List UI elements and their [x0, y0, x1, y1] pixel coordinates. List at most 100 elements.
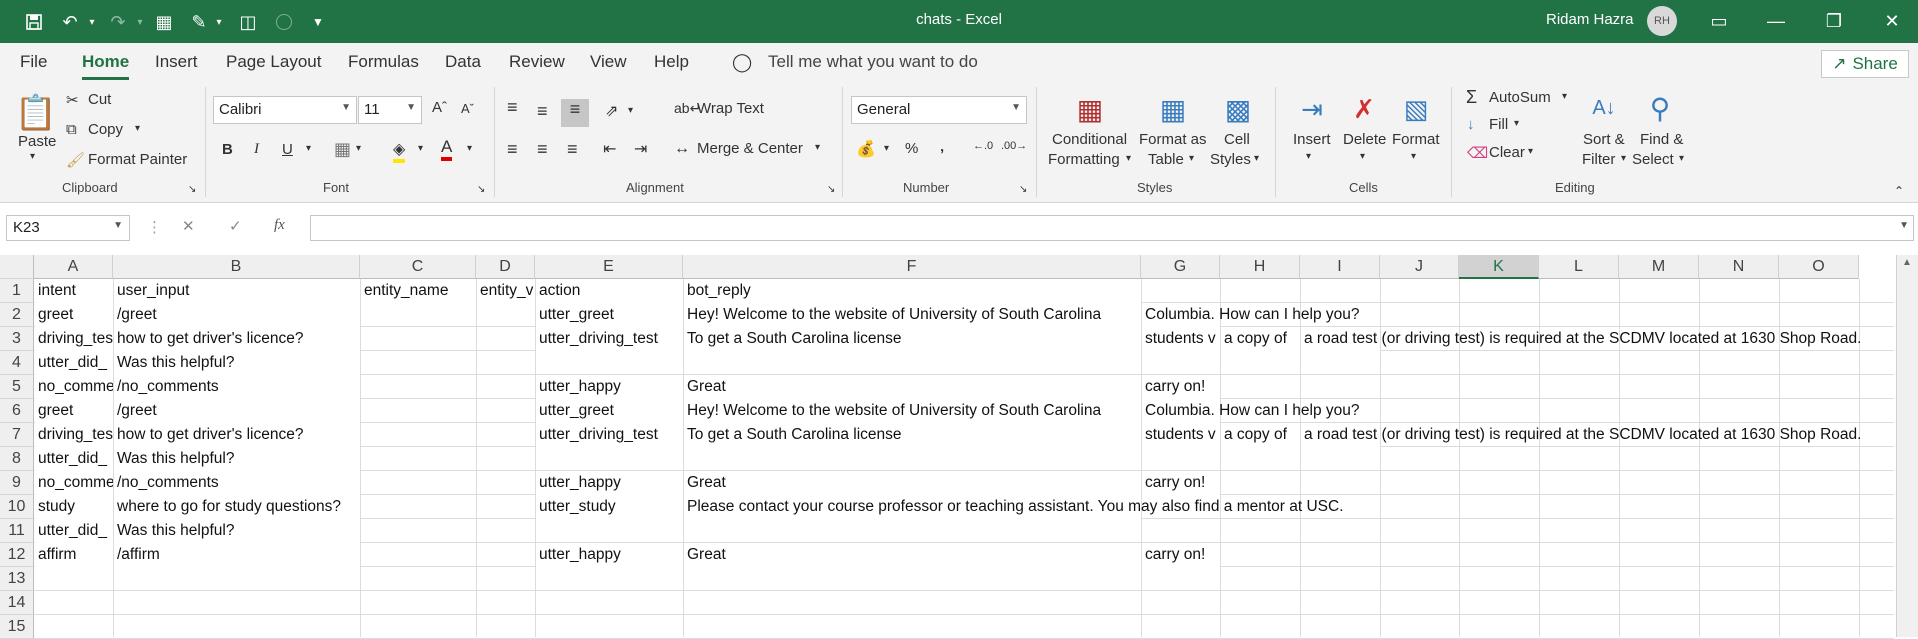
row-header-9[interactable]: 9: [0, 471, 34, 495]
cell-a2[interactable]: greet: [35, 303, 113, 327]
tab-formulas[interactable]: Formulas: [348, 52, 419, 72]
cell-f1[interactable]: bot_reply: [684, 279, 1141, 303]
format-dropdown-icon[interactable]: ▾: [1411, 151, 1416, 162]
cell-i3[interactable]: a road test (or driving test) is require…: [1301, 327, 1861, 351]
cell-g12[interactable]: carry on!: [1142, 543, 1220, 567]
cell-e1[interactable]: action: [536, 279, 683, 303]
bold-button[interactable]: B: [222, 141, 233, 158]
select-all-corner[interactable]: [0, 255, 34, 279]
vertical-scrollbar[interactable]: ▲: [1896, 255, 1918, 637]
row-header-3[interactable]: 3: [0, 327, 34, 351]
alignment-launcher-icon[interactable]: ↘: [827, 184, 835, 195]
cell-a5[interactable]: no_comme: [35, 375, 113, 399]
cell-b8[interactable]: Was this helpful?: [114, 447, 360, 471]
fill-button[interactable]: Fill: [1489, 116, 1508, 133]
font-size-select[interactable]: 11 ▼: [358, 96, 422, 124]
italic-button[interactable]: I: [254, 141, 259, 158]
accounting-format-icon[interactable]: 💰: [856, 139, 876, 159]
share-button[interactable]: ↗ Share: [1821, 50, 1909, 78]
cell-d1[interactable]: entity_v: [477, 279, 535, 303]
tab-page-layout[interactable]: Page Layout: [226, 52, 321, 72]
format-as-table-button[interactable]: Format as: [1139, 131, 1207, 148]
tab-data[interactable]: Data: [445, 52, 481, 72]
filter-label[interactable]: Filter: [1582, 151, 1615, 168]
column-header-e[interactable]: E: [535, 255, 683, 279]
cell-c1[interactable]: entity_name: [361, 279, 476, 303]
find-select-icon[interactable]: ⚲: [1640, 87, 1680, 129]
autosum-dropdown-icon[interactable]: ▾: [1562, 91, 1567, 102]
cell-a9[interactable]: no_comme: [35, 471, 113, 495]
align-right-icon[interactable]: ≡: [567, 139, 578, 160]
row-header-7[interactable]: 7: [0, 423, 34, 447]
column-header-j[interactable]: J: [1380, 255, 1459, 279]
autosum-icon[interactable]: Σ: [1466, 87, 1477, 108]
cell-a12[interactable]: affirm: [35, 543, 113, 567]
cut-button[interactable]: Cut: [88, 91, 111, 108]
cell-e2[interactable]: utter_greet: [536, 303, 683, 327]
tab-file[interactable]: File: [20, 52, 47, 72]
insert-cells-icon[interactable]: ⇥: [1292, 89, 1332, 129]
cell-a10[interactable]: study: [35, 495, 113, 519]
column-header-k[interactable]: K: [1459, 255, 1539, 279]
styles-label[interactable]: Styles: [1210, 151, 1251, 168]
row-header-13[interactable]: 13: [0, 567, 34, 591]
decrease-decimal-icon[interactable]: .00→: [1001, 140, 1027, 152]
cell-b2[interactable]: /greet: [114, 303, 360, 327]
close-icon[interactable]: ✕: [1872, 8, 1912, 34]
cell-b9[interactable]: /no_comments: [114, 471, 360, 495]
fill-icon[interactable]: ↓: [1467, 116, 1475, 133]
formatting-label[interactable]: Formatting: [1048, 151, 1120, 168]
cell-g6[interactable]: Columbia. How can I help you?: [1142, 399, 1360, 423]
format-cells-icon[interactable]: ▧: [1396, 89, 1436, 129]
tab-home[interactable]: Home: [82, 52, 130, 80]
chevron-down-icon[interactable]: ▼: [113, 220, 123, 231]
eraser-icon[interactable]: ⌫: [1467, 144, 1488, 162]
column-header-l[interactable]: L: [1539, 255, 1619, 279]
merge-center-button[interactable]: Merge & Center: [697, 140, 803, 157]
copy-dropdown-icon[interactable]: ▾: [135, 123, 140, 134]
column-header-n[interactable]: N: [1699, 255, 1779, 279]
fill-color-dropdown-icon[interactable]: ▾: [418, 143, 423, 154]
row-header-1[interactable]: 1: [0, 279, 34, 303]
cell-f6[interactable]: Hey! Welcome to the website of Universit…: [684, 399, 1141, 423]
cell-b4[interactable]: Was this helpful?: [114, 351, 360, 375]
font-color-dropdown-icon[interactable]: ▾: [467, 143, 472, 154]
cell-e6[interactable]: utter_greet: [536, 399, 683, 423]
sort-dropdown-icon[interactable]: ▾: [1621, 153, 1626, 164]
column-header-g[interactable]: G: [1141, 255, 1220, 279]
cell-f2[interactable]: Hey! Welcome to the website of Universit…: [684, 303, 1141, 327]
conditional-formatting-icon[interactable]: ▦: [1070, 89, 1110, 129]
cell-e12[interactable]: utter_happy: [536, 543, 683, 567]
borders-dropdown-icon[interactable]: ▾: [356, 143, 361, 154]
fill-color-icon[interactable]: ◈: [393, 139, 406, 163]
tab-review[interactable]: Review: [509, 52, 565, 72]
decrease-font-icon[interactable]: Aˇ: [461, 101, 474, 116]
format-table-dropdown-icon[interactable]: ▾: [1189, 153, 1194, 164]
cell-e7[interactable]: utter_driving_test: [536, 423, 683, 447]
user-name[interactable]: Ridam Hazra: [1546, 11, 1634, 28]
number-launcher-icon[interactable]: ↘: [1019, 184, 1027, 195]
cell-a1[interactable]: intent: [35, 279, 113, 303]
row-header-12[interactable]: 12: [0, 543, 34, 567]
cell-styles-button[interactable]: Cell: [1224, 131, 1250, 148]
accounting-dropdown-icon[interactable]: ▾: [884, 143, 889, 154]
restore-icon[interactable]: ❐: [1814, 8, 1854, 34]
cell-styles-icon[interactable]: ▩: [1218, 89, 1258, 129]
clear-button[interactable]: Clear: [1489, 144, 1525, 161]
cell-e3[interactable]: utter_driving_test: [536, 327, 683, 351]
insert-dropdown-icon[interactable]: ▾: [1306, 151, 1311, 162]
cell-h7[interactable]: a copy of: [1221, 423, 1300, 447]
find-select-button[interactable]: Find &: [1640, 131, 1683, 148]
cell-a8[interactable]: utter_did_: [35, 447, 113, 471]
merge-icon[interactable]: ↔: [674, 140, 690, 158]
tab-help[interactable]: Help: [654, 52, 689, 72]
align-middle-icon[interactable]: ≡: [537, 101, 548, 122]
name-box[interactable]: K23 ▼: [6, 215, 130, 241]
cell-e10[interactable]: utter_study: [536, 495, 683, 519]
column-header-i[interactable]: I: [1300, 255, 1380, 279]
conditional-dropdown-icon[interactable]: ▾: [1126, 153, 1131, 164]
expand-formula-icon[interactable]: ▼: [1899, 220, 1909, 231]
paste-icon[interactable]: 📋: [15, 89, 57, 137]
insert-function-button[interactable]: fx: [274, 217, 285, 234]
cell-g3[interactable]: students v: [1142, 327, 1220, 351]
